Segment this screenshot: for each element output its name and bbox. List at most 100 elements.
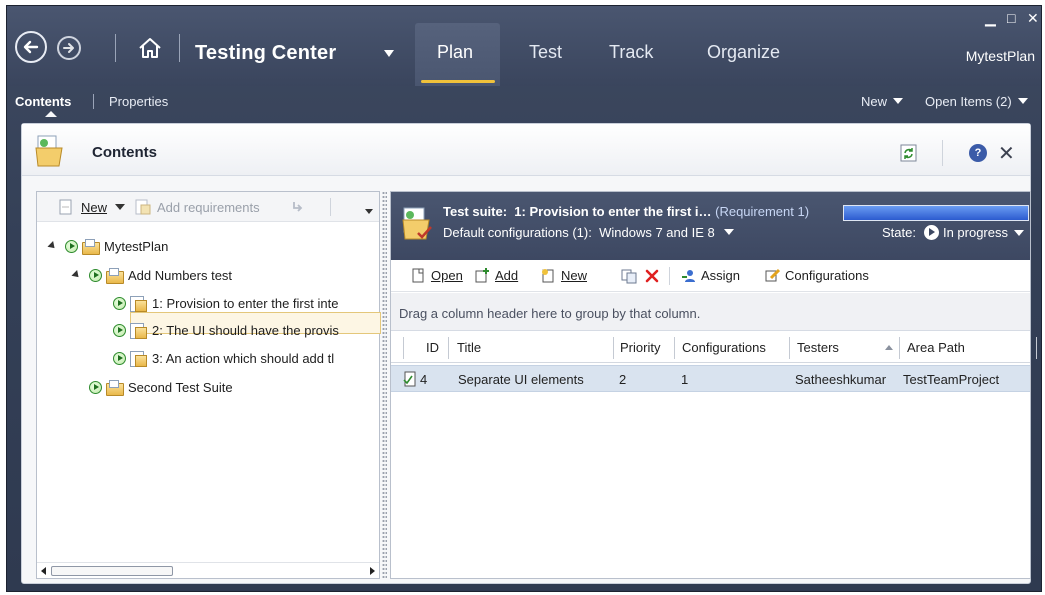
requirement-suite-icon — [402, 207, 432, 240]
home-button[interactable] — [137, 36, 163, 60]
suite-requirement-link[interactable]: (Requirement 1) — [715, 204, 809, 219]
table-row[interactable]: 4 Separate UI elements 2 1 Satheeshkumar… — [391, 365, 1030, 392]
cell-id: 4 — [420, 372, 428, 387]
play-icon — [923, 225, 939, 240]
suite-header: Test suite: 1: Provision to enter the fi… — [391, 192, 1030, 260]
group-by-bar[interactable]: Drag a column header here to group by th… — [391, 293, 1030, 331]
column-area-path[interactable]: Area Path — [907, 340, 965, 355]
configurations-label: Configurations — [785, 268, 869, 283]
test-case-icon — [403, 371, 416, 387]
expand-icon[interactable] — [71, 270, 82, 280]
cell-title: Separate UI elements — [458, 372, 584, 387]
tab-test[interactable]: Test — [529, 42, 562, 63]
group-hint: Drag a column header here to group by th… — [399, 306, 701, 321]
plan-name-link[interactable]: MytestPlan — [966, 48, 1035, 64]
grid-header: ID Title Priority Configurations Testers… — [391, 333, 1037, 363]
subnav-separator — [93, 94, 94, 109]
default-configs-label: Default configurations (1): — [443, 225, 592, 240]
back-button[interactable] — [15, 31, 47, 63]
tree-item-requirement[interactable]: 1: Provision to enter the first inte — [113, 293, 338, 313]
tab-plan[interactable]: Plan — [437, 42, 473, 63]
status-play-icon — [113, 351, 126, 365]
chevron-down-icon — [893, 98, 904, 104]
tree-item-label: 2: The UI should have the provis — [152, 322, 339, 338]
overflow-icon[interactable] — [365, 209, 373, 214]
center-dropdown-icon[interactable] — [384, 50, 394, 57]
scroll-thumb[interactable] — [51, 566, 173, 576]
suite-toolbar: Open Add New Assign Configurations — [391, 260, 1030, 292]
scroll-right-icon[interactable] — [370, 567, 375, 575]
refresh-icon[interactable] — [900, 144, 918, 162]
status-play-icon — [89, 380, 102, 394]
tree-item-suite[interactable]: Second Test Suite — [89, 377, 233, 397]
cell-area-path: TestTeamProject — [903, 372, 1000, 387]
assign-testers-icon — [682, 270, 695, 282]
app-title[interactable]: Testing Center — [195, 42, 336, 65]
suite-folder-icon — [106, 380, 124, 396]
column-separator — [789, 337, 790, 359]
suite-folder-icon — [106, 268, 124, 284]
help-icon[interactable]: ? — [969, 144, 987, 162]
chevron-down-icon — [1014, 229, 1024, 236]
column-priority[interactable]: Priority — [620, 340, 660, 355]
forward-button[interactable] — [57, 36, 81, 60]
suite-label: Test suite: — [443, 204, 508, 219]
pane-splitter[interactable] — [382, 191, 387, 579]
new-test-button[interactable]: New — [541, 268, 587, 283]
cell-priority: 2 — [619, 372, 627, 387]
tab-organize[interactable]: Organize — [707, 42, 780, 63]
copy-icon[interactable] — [621, 269, 637, 284]
active-subnav-pointer — [45, 111, 57, 117]
minimize-button[interactable]: ▁ — [985, 10, 996, 27]
status-play-icon — [113, 323, 126, 337]
subnav-contents[interactable]: Contents — [15, 94, 71, 109]
tab-track[interactable]: Track — [609, 42, 653, 63]
new-label: New — [561, 268, 588, 283]
suite-details-pane: Test suite: 1: Provision to enter the fi… — [390, 191, 1037, 579]
cell-configurations: 1 — [681, 372, 689, 387]
status-play-icon — [89, 268, 102, 282]
open-items-menu[interactable]: Open Items (2) — [925, 94, 1028, 109]
close-panel-button[interactable]: ✕ — [998, 141, 1015, 166]
horizontal-scrollbar[interactable] — [37, 562, 379, 578]
status-play-icon — [113, 296, 126, 310]
nav-separator — [115, 34, 116, 62]
tree-item-suite[interactable]: Add Numbers test — [71, 265, 232, 285]
column-id[interactable]: ID — [426, 340, 439, 355]
tree-item-plan[interactable]: MytestPlan — [47, 236, 168, 256]
status-play-icon — [65, 239, 78, 253]
column-testers[interactable]: Testers — [797, 340, 839, 355]
open-label: Open — [431, 268, 463, 283]
tree-item-requirement[interactable]: 2: The UI should have the provis — [113, 320, 339, 340]
subnav-properties[interactable]: Properties — [109, 94, 168, 109]
delete-icon[interactable] — [645, 269, 659, 283]
maximize-button[interactable]: □ — [1007, 10, 1015, 26]
new-menu[interactable]: New — [861, 94, 904, 109]
new-menu-label: New — [861, 94, 888, 109]
expand-icon[interactable] — [47, 241, 58, 251]
add-test-icon — [475, 268, 489, 283]
assign-button[interactable]: Assign — [681, 268, 740, 283]
close-window-button[interactable]: ✕ — [1027, 10, 1039, 27]
default-configurations[interactable]: Default configurations (1): Windows 7 an… — [443, 225, 735, 240]
chevron-down-icon — [724, 229, 735, 235]
add-requirements-button[interactable]: Add requirements — [157, 200, 260, 215]
column-title[interactable]: Title — [457, 340, 481, 355]
chevron-down-icon[interactable] — [115, 204, 125, 210]
sub-navigation: Contents Properties New Open Items (2) — [7, 86, 1041, 117]
configurations-button[interactable]: Configurations — [765, 268, 869, 283]
state-label: State: — [881, 225, 916, 240]
chevron-down-icon — [1017, 98, 1028, 104]
open-button[interactable]: Open — [411, 268, 463, 283]
scroll-left-icon[interactable] — [41, 567, 46, 575]
arrow-left-icon — [23, 40, 39, 54]
testing-center-window: Testing Center Plan Test Track Organize … — [6, 5, 1042, 592]
suite-state[interactable]: State: In progress — [882, 225, 1024, 240]
progress-fill — [844, 206, 1028, 220]
tree-item-requirement[interactable]: 3: An action which should add tl — [113, 348, 334, 368]
link-icon[interactable] — [291, 200, 305, 214]
add-button[interactable]: Add — [475, 268, 518, 283]
column-configurations[interactable]: Configurations — [682, 340, 766, 355]
new-button[interactable]: New — [81, 200, 107, 215]
plan-folder-icon — [82, 239, 100, 255]
